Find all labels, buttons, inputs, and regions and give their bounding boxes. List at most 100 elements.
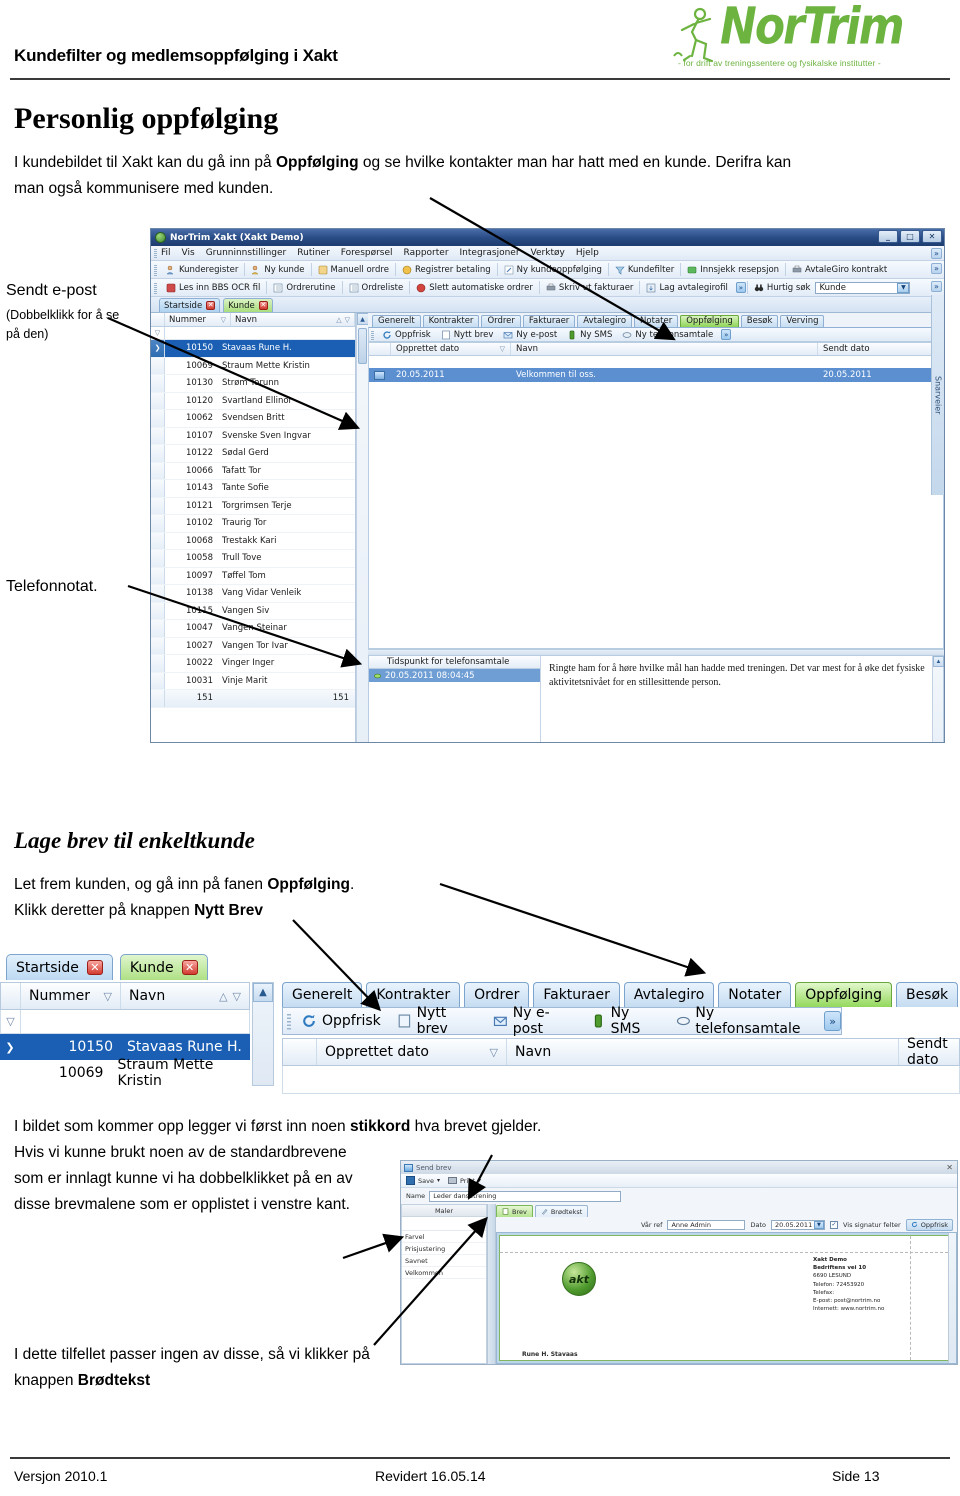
toolbar-button-ordrerutine[interactable]: Ordrerutine (268, 282, 340, 294)
toolbar-button-registrer-betaling[interactable]: Registrer betaling (397, 264, 496, 276)
sort-ascending-icon[interactable]: △ (219, 990, 227, 1003)
menu-item-rapporter[interactable]: Rapporter (404, 248, 449, 258)
toolbar-button-ny-kundeoppfolging[interactable]: Ny kundeoppfølging (499, 264, 607, 276)
filter-row-icon[interactable]: ▽ (1, 1010, 21, 1033)
table-row[interactable]: 10107 Svenske Sven Ingvar (151, 427, 355, 445)
menu-item-integrasjoner[interactable]: Integrasjoner (460, 248, 520, 258)
document-tab-kunde[interactable]: Kunde ✕ (119, 954, 208, 980)
toolbar-button-skriv-ut-fakturaer[interactable]: Skriv ut fakturaer (541, 282, 639, 294)
date-chevron-down-icon[interactable]: ▼ (813, 1220, 824, 1229)
tab-oppfolging[interactable]: Oppfølging (795, 982, 892, 1007)
followup-filter-row[interactable] (369, 356, 943, 368)
shortcuts-sidebar[interactable]: Snarveier (931, 295, 944, 495)
tab-oppfolging[interactable]: Oppfølging (680, 314, 739, 327)
column-header-navn[interactable]: Navn (511, 343, 818, 355)
list-item[interactable]: Savnet (402, 1255, 486, 1267)
filter-icon-nummer[interactable]: ▽ (104, 990, 112, 1003)
followup-toolbar-overflow-icon[interactable]: » (721, 329, 732, 340)
followup-toolbar-grip[interactable] (371, 331, 374, 340)
toolbar-button-slett-automatiske-ordrer[interactable]: Slett automatiske ordrer (411, 282, 538, 294)
sort-icon-dato[interactable]: ▽ (500, 345, 505, 353)
toolbar-button-avtalegiro-kontrakt[interactable]: AvtaleGiro kontrakt (787, 264, 892, 276)
table-row[interactable]: ❯ 10150 Stavaas Rune H. (151, 340, 355, 358)
filter-icon-navn[interactable]: ▽ (345, 316, 350, 324)
table-row[interactable]: 10143 Tante Sofie (151, 480, 355, 498)
list-item[interactable]: Prisjustering (402, 1243, 486, 1255)
signature-checkbox[interactable]: ✓ (829, 1220, 838, 1229)
column-header-nummer[interactable]: Nummer ▽ (165, 313, 231, 326)
close-button[interactable]: ✕ (922, 230, 942, 243)
tab-close-icon-startside[interactable]: ✕ (206, 301, 216, 310)
maximize-button[interactable]: □ (900, 230, 920, 243)
table-row[interactable]: 10027 Vangen Tor Ivar (151, 637, 355, 655)
filter-row-icon[interactable]: ▽ (151, 327, 165, 339)
table-row[interactable]: 10068 Trestakk Kari (151, 532, 355, 550)
button-ny-epost[interactable]: Ny e-post (498, 330, 562, 340)
customer-list-scrollbar[interactable]: ▲ (356, 313, 369, 742)
menu-item-grunninnstillinger[interactable]: Grunninnstillinger (206, 248, 287, 258)
table-row[interactable]: 10097 Tøffel Tom (151, 567, 355, 585)
tab-kontrakter[interactable]: Kontrakter (366, 982, 461, 1007)
minimize-button[interactable]: _ (878, 230, 898, 243)
tab-notater[interactable]: Notater (634, 314, 679, 327)
table-row[interactable]: 20.05.2011 Velkommen til oss. 20.05.2011 (369, 368, 943, 382)
button-ny-epost[interactable]: Ny e-post (487, 1005, 581, 1037)
column-header-navn[interactable]: Navn (507, 1039, 899, 1065)
quick-search-combobox[interactable]: Kunde ▼ (815, 281, 911, 294)
table-row[interactable]: 20.05.2011 08:04:45 (369, 669, 540, 682)
followup-toolbar-grip[interactable] (287, 1014, 291, 1030)
scroll-up-icon[interactable]: ▲ (253, 983, 273, 1002)
table-row[interactable]: 10047 Vangen Steinar (151, 620, 355, 638)
tab-verving[interactable]: Verving (780, 314, 825, 327)
filter-icon-nummer[interactable]: ▽ (221, 316, 226, 324)
table-row[interactable]: 10115 Vangen Siv (151, 602, 355, 620)
table-row[interactable]: 10062 Svendsen Britt (151, 410, 355, 428)
toolbar2-overflow-icon[interactable]: » (735, 282, 746, 293)
column-header-sendt-dato[interactable]: Sendt dato (899, 1036, 959, 1068)
tab-besok[interactable]: Besøk (895, 982, 959, 1007)
column-header-opprettet-dato[interactable]: Opprettet dato ▽ (391, 343, 511, 355)
tab-notater[interactable]: Notater (718, 982, 792, 1007)
letter-preview-scrollbar[interactable] (948, 1233, 956, 1363)
menubar-grip[interactable] (154, 249, 157, 258)
button-nytt-brev[interactable]: Nytt brev (391, 1005, 483, 1037)
menu-item-verktoy[interactable]: Verktøy (531, 248, 565, 258)
table-row[interactable]: 10102 Traurig Tor (151, 515, 355, 533)
scroll-up-icon[interactable]: ▲ (933, 656, 944, 667)
document-tab-startside[interactable]: Startside ✕ (6, 954, 113, 980)
save-chevron-down-icon[interactable]: ▾ (437, 1177, 440, 1184)
tab-generelt[interactable]: Generelt (372, 314, 421, 327)
menu-item-foresporsel[interactable]: Forespørsel (341, 248, 393, 258)
document-tab-startside[interactable]: Startside ✕ (159, 298, 221, 312)
toolbar-button-ordreliste[interactable]: Ordreliste (344, 282, 409, 294)
table-row[interactable]: 10121 Torgrimsen Terje (151, 497, 355, 515)
toolbar1-overflow-chevron-icon[interactable]: » (931, 263, 942, 274)
tab-kontrakter[interactable]: Kontrakter (422, 314, 480, 327)
zoomed-scrollbar[interactable]: ▲ (252, 982, 274, 1086)
menu-item-rutiner[interactable]: Rutiner (297, 248, 330, 258)
quick-search-chevron-down-icon[interactable]: ▼ (897, 282, 910, 293)
tab-besok[interactable]: Besøk (740, 314, 779, 327)
date-input[interactable]: 20.05.2011 ▼ (770, 1219, 825, 1230)
table-row[interactable]: 10066 Tafatt Tor (151, 462, 355, 480)
sort-ascending-icon[interactable]: △ (336, 316, 341, 324)
toolbar-button-lag-avtalegirofil[interactable]: Lag avtalegirofil (641, 282, 732, 294)
toolbar-button-manuell-ordre[interactable]: Manuell ordre (313, 264, 394, 276)
table-row[interactable]: 10031 Vinje Marit (151, 672, 355, 690)
list-item[interactable]: Farvel (402, 1231, 486, 1243)
table-row[interactable]: 10022 Vinger Inger (151, 655, 355, 673)
table-row[interactable]: 10058 Trull Tove (151, 550, 355, 568)
menu-item-fil[interactable]: Fil (161, 248, 171, 258)
tab-close-icon-kunde[interactable]: ✕ (181, 960, 198, 975)
zoomed-filter-row[interactable]: ▽ (0, 1010, 250, 1034)
note-scrollbar[interactable]: ▲ (932, 656, 944, 742)
letter-preview-page[interactable]: akt Xakt Demo Bedriftens vei 10 6690 LES… (496, 1232, 957, 1364)
toolbar-button-kunderegister[interactable]: Kunderegister (161, 264, 243, 276)
menu-item-hjelp[interactable]: Hjelp (576, 248, 599, 258)
dialog-splitter[interactable] (487, 1204, 496, 1364)
tab-fakturaer[interactable]: Fakturaer (533, 982, 620, 1007)
toolbar2-grip[interactable] (154, 283, 157, 294)
list-item[interactable]: Velkommen (402, 1267, 486, 1279)
button-nytt-brev[interactable]: Nytt brev (436, 330, 499, 340)
button-ny-sms[interactable]: Ny SMS (585, 1005, 666, 1037)
